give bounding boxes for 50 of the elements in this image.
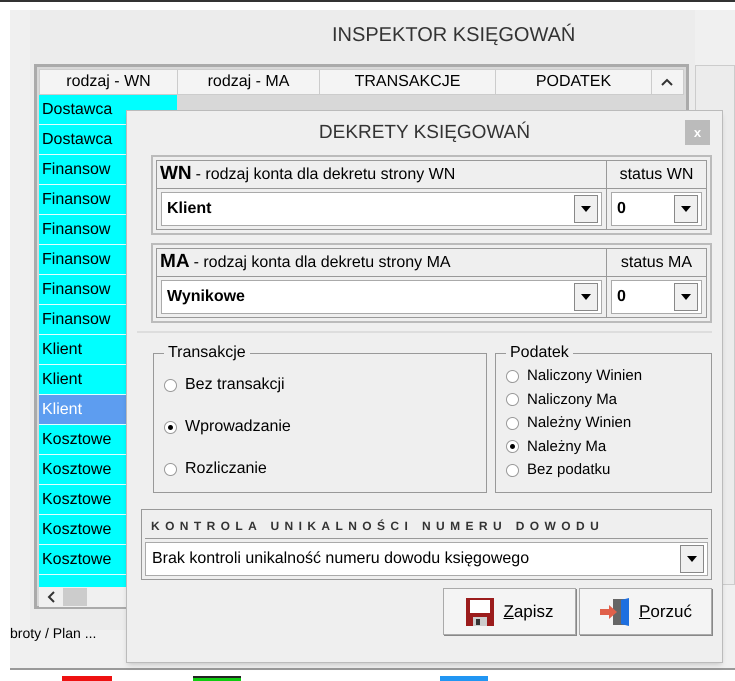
dropdown-button[interactable] [574,195,598,223]
radio-button[interactable] [506,464,519,477]
radio-button[interactable] [506,440,519,454]
radio-label: Naliczony Ma [527,390,618,410]
column-header[interactable]: TRANSAKCJE [320,70,496,94]
account-type-combobox[interactable]: Wynikowe [161,280,602,314]
kontrola-title: KONTROLA UNIKALNOŚCI NUMERU DOWODU [145,513,708,539]
status-combobox[interactable]: 0 [611,192,702,226]
cancel-button[interactable]: Porzuć [579,588,712,635]
dropdown-button[interactable] [680,545,704,573]
status-text: broty / Plan ... [10,624,96,643]
status-label: status WN [607,161,706,189]
radio-label: Naliczony Winien [527,366,642,386]
toolbar-icon[interactable] [193,676,241,681]
caret-icon [681,294,691,300]
radio-label: Bez transakcji [185,375,285,395]
scroll-thumb[interactable] [63,588,87,606]
radio-button[interactable] [164,420,177,434]
dropdown-button[interactable] [674,283,698,311]
side-label: - rodzaj konta dla dekretu strony MA [194,252,451,272]
radio-button[interactable] [506,393,519,406]
radio-button[interactable] [164,462,177,476]
dialog-title: DEKRETY KSIĘGOWAŃ [318,120,530,145]
radio-button[interactable] [164,378,177,392]
save-button[interactable]: Zapisz [443,588,576,635]
caret-icon [681,206,691,212]
dropdown-button[interactable] [574,283,598,311]
radio-label: Rozliczanie [185,459,267,479]
column-header[interactable]: rodzaj - MA [178,70,320,94]
kontrola-combobox[interactable]: Brak kontroli unikalność numeru dowodu księgowego [145,542,708,576]
scroll-left-icon[interactable] [47,591,55,603]
account-type-combobox[interactable]: Klient [161,192,602,226]
radio-label: Należny Ma [527,436,606,456]
door-arrow-icon [599,596,632,626]
caret-icon [581,294,591,300]
column-header[interactable]: rodzaj - WN [40,70,178,94]
caret-icon [581,206,591,212]
radio-button[interactable] [506,370,519,383]
radio-label: Bez podatku [527,460,610,480]
dropdown-button[interactable] [674,195,698,223]
radio-label: Należny Winien [527,413,632,433]
window-title: INSPEKTOR KSIĘGOWAŃ [332,22,576,48]
status-combobox[interactable]: 0 [611,280,702,314]
side-label: - rodzaj konta dla dekretu strony WN [196,164,456,184]
radio-button[interactable] [506,416,519,430]
status-label: status MA [607,249,706,277]
column-header[interactable]: PODATEK [496,70,652,94]
group-title: Podatek [509,343,570,363]
radio-label: Wprowadzanie [185,417,291,437]
caret-icon [687,556,697,562]
